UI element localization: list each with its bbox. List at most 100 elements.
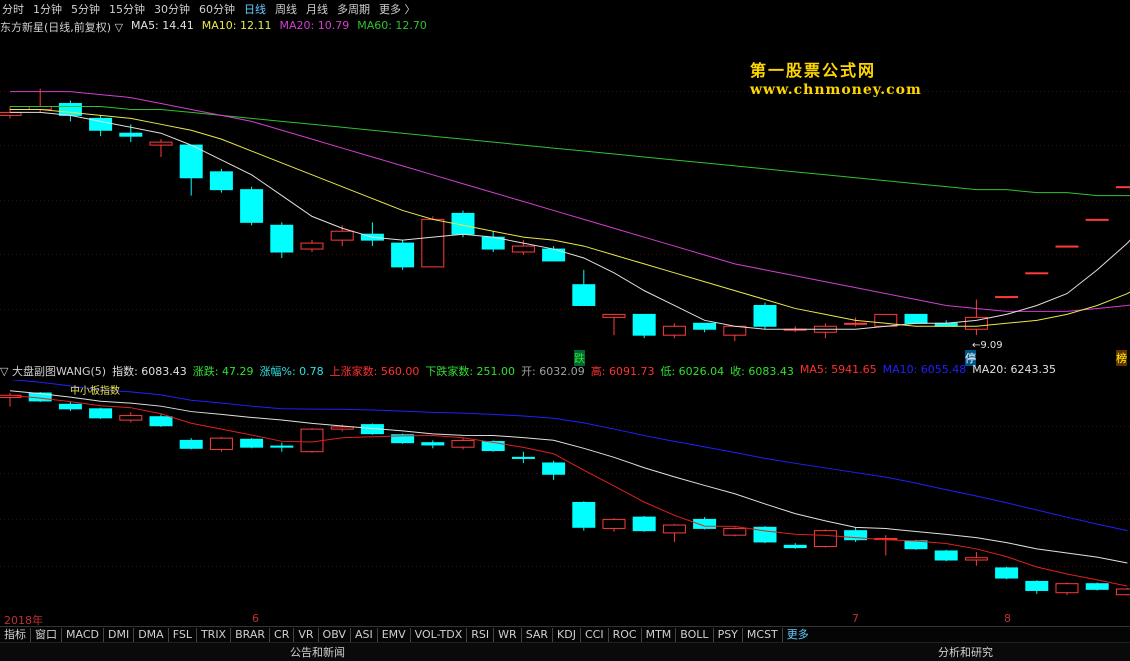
period-item-3[interactable]: 15分钟: [109, 1, 145, 17]
sub-candle: [542, 462, 566, 475]
sub-candle: [119, 415, 143, 421]
ma10-line: [10, 108, 1130, 327]
watermark-url: www.chnmoney.com: [750, 82, 922, 98]
date-label-6: 6: [252, 612, 259, 625]
sub-candle: [58, 403, 82, 410]
period-item-6[interactable]: 日线: [244, 1, 266, 17]
period-item-2[interactable]: 5分钟: [71, 1, 100, 17]
main-candle: [572, 284, 596, 306]
sub-down-count: 下跌家数: 251.00: [425, 365, 516, 378]
indicator-14[interactable]: RSI: [467, 628, 495, 642]
sub-candle: [995, 567, 1019, 579]
sub-candle: [240, 438, 264, 448]
ma20-line: [10, 91, 1130, 312]
main-candle: [995, 296, 1019, 299]
sub-high: 高: 6091.73: [590, 365, 655, 378]
main-candle: [149, 141, 173, 146]
bottom-bar: 公告和新闻 分析和研究: [0, 642, 1130, 661]
sub-candle: [813, 530, 837, 547]
period-item-5[interactable]: 60分钟: [199, 1, 235, 17]
indicator-8[interactable]: CR: [270, 628, 295, 642]
news-tab[interactable]: 公告和新闻: [290, 644, 345, 660]
indicator-7[interactable]: BRAR: [231, 628, 271, 642]
period-item-10[interactable]: 更多 〉: [379, 1, 416, 17]
main-candle: [904, 313, 928, 324]
indicator-13[interactable]: VOL-TDX: [411, 628, 468, 642]
indicator-9[interactable]: VR: [294, 628, 319, 642]
sub-candle: [149, 416, 173, 427]
sub-index: 指数: 6083.43: [112, 365, 187, 378]
sub-ma10: MA10: 6055.48: [882, 363, 967, 376]
main-candle: [511, 245, 535, 253]
ma10-value: MA10: 12.11: [201, 19, 272, 32]
low-price-label: ←9.09: [972, 340, 1003, 351]
indicator-19[interactable]: ROC: [609, 628, 642, 642]
main-candle: [753, 304, 777, 327]
period-item-8[interactable]: 月线: [306, 1, 328, 17]
main-candle: [1085, 218, 1109, 221]
indicator-2[interactable]: MACD: [62, 628, 104, 642]
sub-candle: [89, 408, 113, 419]
sub-change: 涨跌: 47.29: [192, 365, 254, 378]
main-candle: [1055, 245, 1079, 248]
ma5-value: MA5: 14.41: [131, 19, 194, 32]
main-candle: [270, 224, 294, 253]
indicator-20[interactable]: MTM: [642, 628, 677, 642]
sub-candle: [330, 426, 354, 430]
main-candle: [844, 322, 868, 325]
indicator-6[interactable]: TRIX: [197, 628, 232, 642]
sub-close: 收: 6083.43: [730, 365, 794, 378]
period-bar: 分时 1分钟 5分钟 15分钟 30分钟 60分钟 日线 周线 月线 多周期 更多 〉: [0, 0, 1130, 18]
indicator-12[interactable]: EMV: [378, 628, 411, 642]
period-item-7[interactable]: 周线: [275, 1, 297, 17]
period-item-9[interactable]: 多周期: [337, 1, 370, 17]
indicator-16[interactable]: SAR: [522, 628, 554, 642]
sub-candle: [511, 456, 535, 459]
sub-index-chart[interactable]: [0, 380, 1130, 612]
indicator-5[interactable]: FSL: [169, 628, 197, 642]
main-candle: [1115, 186, 1130, 189]
sub-candle: [723, 527, 747, 536]
indicator-more[interactable]: 更多: [783, 628, 813, 642]
sub-candle: [662, 524, 686, 534]
indicator-4[interactable]: DMA: [134, 628, 169, 642]
main-candle: [330, 230, 354, 241]
indicator-18[interactable]: CCI: [581, 628, 609, 642]
ma60-value: MA60: 12.70: [357, 19, 427, 32]
analysis-tab[interactable]: 分析和研究: [938, 644, 993, 660]
sub-candle: [209, 437, 233, 450]
indicator-23[interactable]: MCST: [743, 628, 783, 642]
indicator-17[interactable]: KDJ: [553, 628, 581, 642]
main-candle: [632, 313, 656, 336]
indicator-22[interactable]: PSY: [714, 628, 743, 642]
sub-candle: [572, 501, 596, 528]
indicator-10[interactable]: OBV: [319, 628, 351, 642]
period-item-0[interactable]: 分时: [2, 1, 24, 17]
main-kline-chart[interactable]: [0, 36, 1130, 363]
sub-candle: [451, 439, 475, 448]
period-item-1[interactable]: 1分钟: [33, 1, 62, 17]
period-item-4[interactable]: 30分钟: [154, 1, 190, 17]
sub-ma10-line: [10, 380, 1128, 532]
date-label-8: 8: [1004, 612, 1011, 625]
sub-candle: [1085, 583, 1109, 590]
indicator-21[interactable]: BOLL: [676, 628, 714, 642]
indicator-1[interactable]: 窗口: [31, 628, 62, 642]
sub-up-count: 上涨家数: 560.00: [329, 365, 420, 378]
indicator-0[interactable]: 指标: [0, 628, 31, 642]
indicator-3[interactable]: DMI: [104, 628, 135, 642]
ma20-value: MA20: 10.79: [279, 19, 350, 32]
sub-open: 开: 6032.09: [521, 365, 585, 378]
sub-candle: [1115, 588, 1130, 596]
sub-title[interactable]: ▽ 大盘副图WANG(5): [0, 363, 106, 379]
indicator-15[interactable]: WR: [494, 628, 522, 642]
ma60-line: [10, 105, 1130, 197]
sub-legend: ▽ 大盘副图WANG(5) 指数: 6083.43 涨跌: 47.29 涨幅%:…: [0, 363, 1130, 379]
stock-title[interactable]: 东方新星(日线,前复权) ▽: [0, 19, 123, 35]
main-candle: [179, 144, 203, 179]
main-candle: [421, 218, 445, 268]
sub-candle: [179, 439, 203, 449]
sub-candle: [964, 557, 988, 561]
indicator-11[interactable]: ASI: [351, 628, 378, 642]
main-candle: [662, 325, 686, 336]
